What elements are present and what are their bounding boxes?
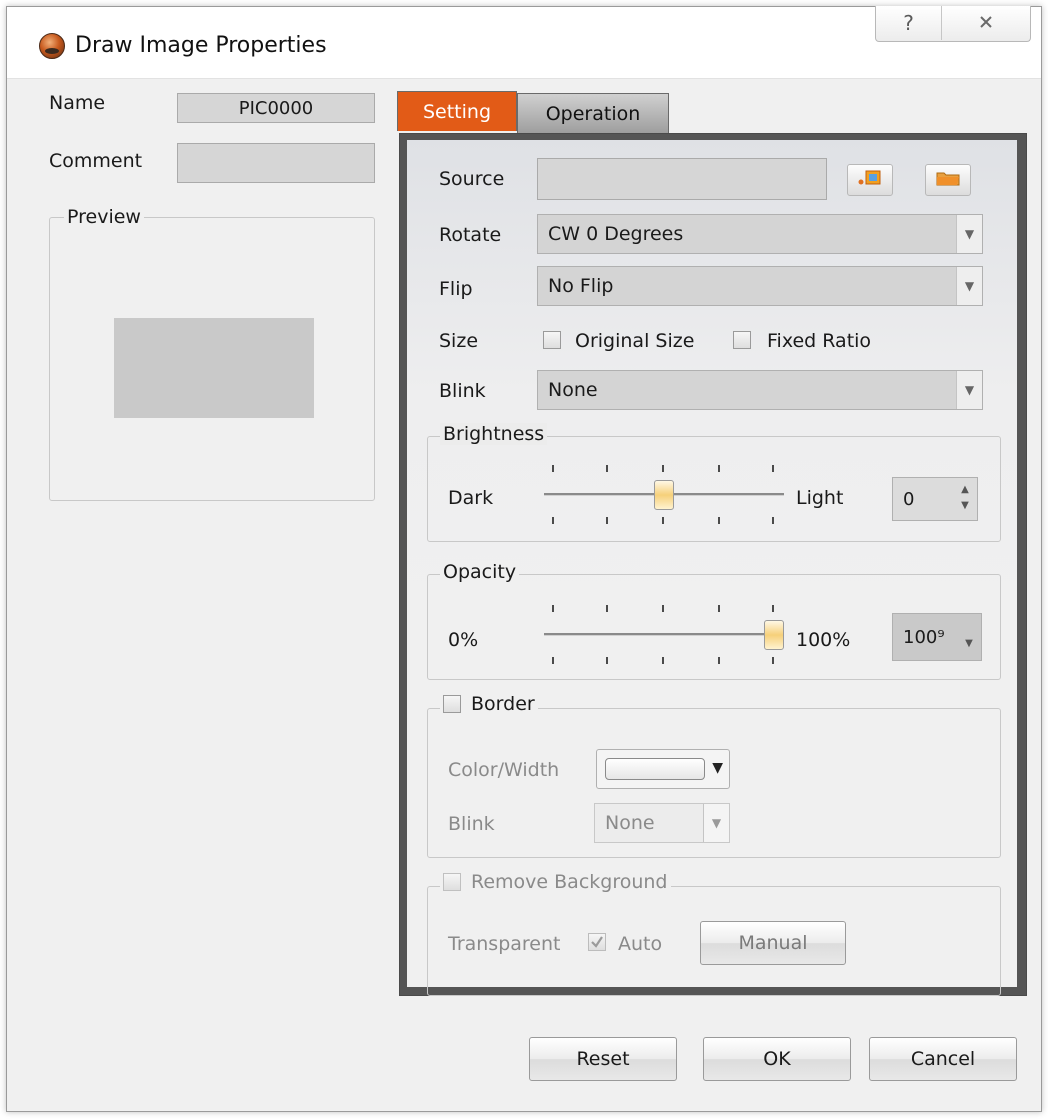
name-label: Name [49,92,106,114]
border-blink-label: Blink [448,813,495,835]
app-icon [39,33,65,59]
opacity-group: Opacity 0% 100% 100⁹ ▼ [427,561,1001,680]
source-open-folder-button[interactable] [925,164,971,196]
brightness-group: Brightness Dark Light 0 ▲ ▼ [427,423,1001,542]
help-icon: ? [903,11,914,35]
source-image-library-button[interactable] [847,164,893,196]
opacity-slider[interactable] [544,605,784,665]
setting-tab-content: Source Rotate CW 0 Degrees ▼ Flip No Fli… [407,140,1017,996]
preview-image [114,318,314,418]
transparent-label: Transparent [448,933,561,955]
chevron-down-icon: ▼ [956,215,982,253]
chevron-down-icon[interactable]: ▼ [961,636,977,652]
chevron-down-icon: ▼ [956,267,982,305]
close-icon [979,12,993,34]
color-swatch [605,758,705,780]
flip-label: Flip [439,278,473,300]
folder-icon [935,169,961,192]
auto-label: Auto [618,933,663,955]
spin-arrows-icon[interactable]: ▲ ▼ [957,482,973,514]
blink-value: None [548,379,598,401]
brightness-slider-thumb[interactable] [654,480,674,510]
opacity-slider-thumb[interactable] [764,620,784,650]
original-size-checkbox[interactable] [543,331,561,349]
source-label: Source [439,168,505,190]
source-field[interactable] [537,158,827,200]
brightness-label: Brightness [440,423,548,445]
opacity-min-label: 0% [448,629,479,651]
remove-background-label: Remove Background [471,871,668,893]
blink-label: Blink [439,380,486,402]
chevron-down-icon: ▼ [703,804,729,842]
draw-image-properties-dialog: Draw Image Properties ? Name PIC0000 Com… [6,6,1042,1112]
brightness-value: 0 [903,488,915,510]
opacity-value: 100⁹ [903,626,945,648]
remove-background-legend: Remove Background [440,871,671,893]
auto-checkbox[interactable] [588,933,606,951]
remove-background-group: Remove Background Transparent Auto Manua… [427,871,1001,996]
tab-setting[interactable]: Setting [397,91,517,131]
rotate-value: CW 0 Degrees [548,223,684,245]
border-blink-value: None [605,812,655,834]
window-title: Draw Image Properties [75,33,327,58]
border-label: Border [471,693,535,715]
border-checkbox[interactable] [443,695,461,713]
color-width-label: Color/Width [448,759,560,781]
comment-field[interactable] [177,143,375,183]
brightness-slider[interactable] [544,465,784,525]
original-size-label: Original Size [575,330,695,352]
opacity-max-label: 100% [796,629,851,651]
rotate-label: Rotate [439,224,502,246]
checkmark-icon [591,936,603,948]
border-legend: Border [440,693,538,715]
chevron-down-icon: ▼ [712,760,723,776]
opacity-label: Opacity [440,561,520,583]
preview-group: Preview [49,206,375,501]
cancel-button[interactable]: Cancel [869,1037,1017,1081]
image-library-icon [857,169,883,192]
flip-value: No Flip [548,275,614,297]
brightness-min-label: Dark [448,487,494,509]
brightness-max-label: Light [796,487,844,509]
fixed-ratio-checkbox[interactable] [733,331,751,349]
title-bar: Draw Image Properties ? [7,6,1041,79]
help-button[interactable]: ? [876,6,942,40]
close-button[interactable] [942,6,1030,40]
chevron-down-icon: ▼ [956,371,982,409]
size-label: Size [439,330,479,352]
ok-button[interactable]: OK [703,1037,851,1081]
blink-select[interactable]: None ▼ [537,370,983,410]
border-blink-select[interactable]: None ▼ [594,803,730,843]
color-width-picker[interactable]: ▼ [596,749,730,789]
fixed-ratio-label: Fixed Ratio [767,330,872,352]
manual-button[interactable]: Manual [700,921,846,965]
tab-operation[interactable]: Operation [517,93,669,133]
border-group: Border Color/Width ▼ Blink None ▼ [427,693,1001,858]
remove-background-checkbox[interactable] [443,873,461,891]
reset-button[interactable]: Reset [529,1037,677,1081]
opacity-spinbox[interactable]: 100⁹ ▼ [892,613,982,661]
comment-label: Comment [49,150,143,172]
name-field[interactable]: PIC0000 [177,93,375,123]
caption-buttons: ? [875,6,1031,42]
flip-select[interactable]: No Flip ▼ [537,266,983,306]
brightness-spinbox[interactable]: 0 ▲ ▼ [892,477,978,521]
preview-label: Preview [64,206,144,228]
rotate-select[interactable]: CW 0 Degrees ▼ [537,214,983,254]
